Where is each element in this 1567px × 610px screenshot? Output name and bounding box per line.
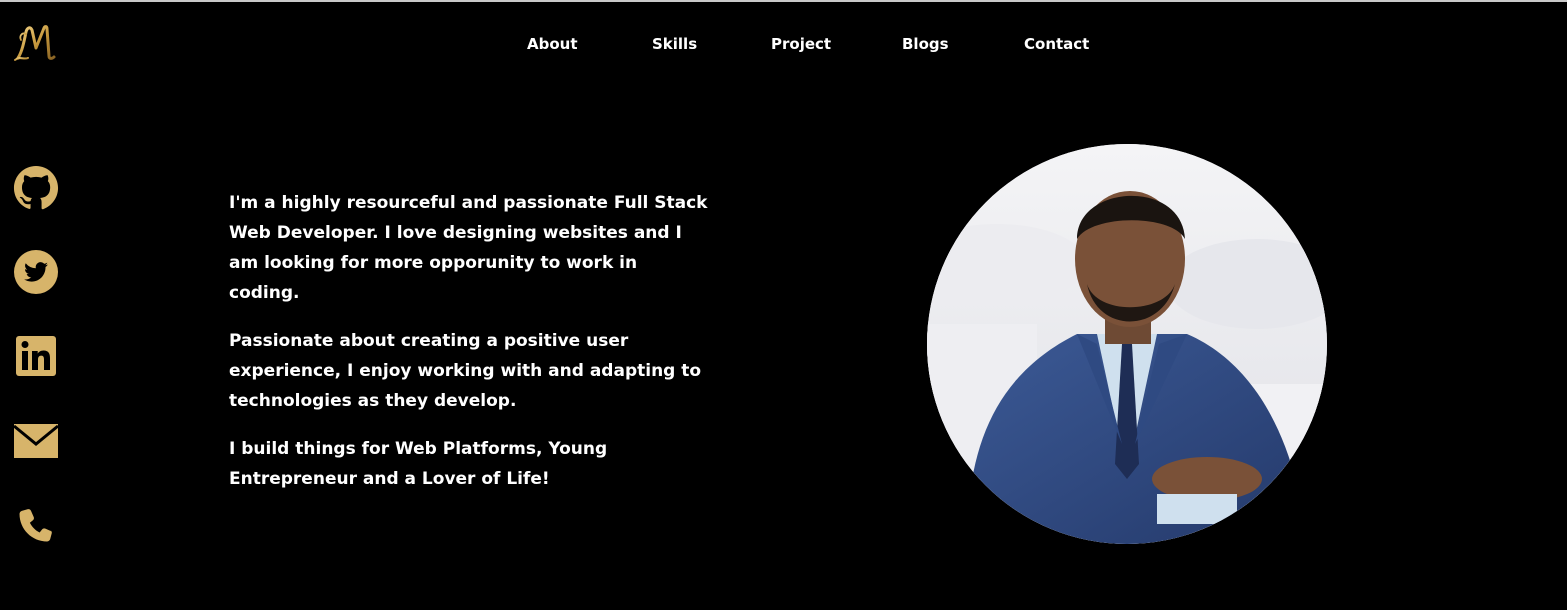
bio-paragraph: I build things for Web Platforms, Young … xyxy=(229,439,608,489)
github-icon xyxy=(13,165,59,210)
email-icon xyxy=(13,424,59,458)
linkedin-icon xyxy=(16,336,56,376)
phone-link[interactable] xyxy=(13,502,59,548)
profile-photo xyxy=(927,144,1327,544)
bio-paragraph: I'm a highly resourceful and passionate … xyxy=(229,193,708,303)
nav-blogs[interactable]: Blogs xyxy=(902,35,949,53)
page: About Skills Project Blogs Contact I'm a… xyxy=(0,0,1567,610)
twitter-icon xyxy=(14,250,58,294)
main-nav: About Skills Project Blogs Contact xyxy=(0,35,1567,57)
linkedin-link[interactable] xyxy=(13,333,59,379)
phone-icon xyxy=(19,509,52,542)
twitter-link[interactable] xyxy=(13,249,59,295)
bio-paragraph: Passionate about creating a positive use… xyxy=(229,331,702,411)
nav-about[interactable]: About xyxy=(527,35,578,53)
nav-contact[interactable]: Contact xyxy=(1024,35,1089,53)
profile-illustration xyxy=(927,144,1327,544)
nav-skills[interactable]: Skills xyxy=(652,35,697,53)
email-link[interactable] xyxy=(13,418,59,464)
github-link[interactable] xyxy=(13,165,59,211)
nav-project[interactable]: Project xyxy=(771,35,831,53)
bio-section: I'm a highly resourceful and passionate … xyxy=(229,188,709,512)
